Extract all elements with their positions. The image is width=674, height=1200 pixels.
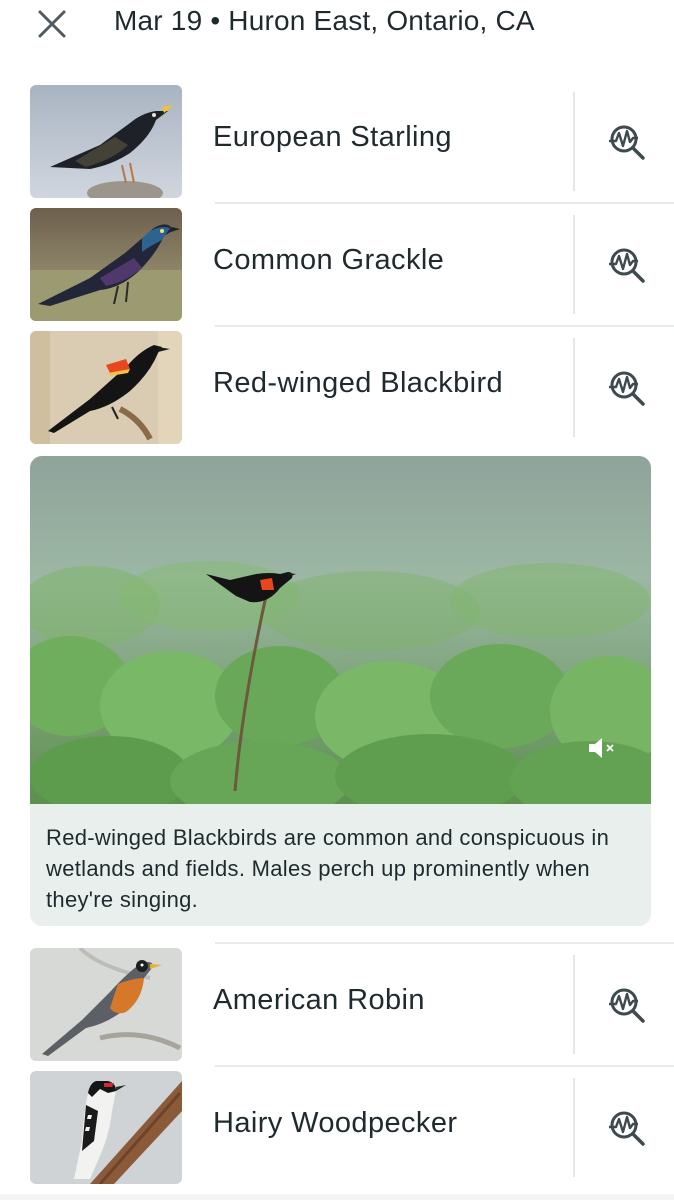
- divider: [573, 92, 575, 191]
- sound-id-search-icon[interactable]: [602, 119, 652, 165]
- close-icon[interactable]: [34, 6, 70, 42]
- bottom-edge: [0, 1194, 674, 1200]
- divider: [573, 338, 575, 437]
- card-photo: [30, 456, 651, 821]
- bird-name: Common Grackle: [213, 244, 445, 276]
- divider: [215, 1065, 674, 1067]
- bird-photo-european-starling: [30, 85, 182, 198]
- species-info-card: Red-winged Blackbirds are common and con…: [30, 456, 651, 926]
- bird-photo-american-robin: [30, 948, 182, 1061]
- list-item[interactable]: Common Grackle: [0, 208, 674, 324]
- list-item[interactable]: Hairy Woodpecker: [0, 1071, 674, 1187]
- bird-photo-common-grackle: [30, 208, 182, 321]
- sound-id-search-icon[interactable]: [602, 982, 652, 1028]
- divider: [573, 1078, 575, 1177]
- bird-name: American Robin: [213, 984, 425, 1016]
- header: Mar 19 • Huron East, Ontario, CA: [0, 0, 674, 60]
- divider: [215, 942, 674, 944]
- species-description: Red-winged Blackbirds are common and con…: [46, 825, 610, 912]
- bird-photo-hairy-woodpecker: [30, 1071, 182, 1184]
- divider: [215, 202, 674, 204]
- sound-id-search-icon[interactable]: [602, 365, 652, 411]
- divider: [573, 955, 575, 1054]
- list-item[interactable]: American Robin: [0, 948, 674, 1064]
- speaker-muted-icon[interactable]: [585, 733, 619, 763]
- sound-id-search-icon[interactable]: [602, 1105, 652, 1151]
- bird-photo-red-winged-blackbird: [30, 331, 182, 444]
- sound-id-search-icon[interactable]: [602, 242, 652, 288]
- bird-name: European Starling: [213, 121, 452, 153]
- list-item[interactable]: European Starling: [0, 85, 674, 201]
- list-item[interactable]: Red-winged Blackbird: [0, 331, 674, 447]
- bird-name: Hairy Woodpecker: [213, 1107, 458, 1139]
- divider: [215, 325, 674, 327]
- bird-name: Red-winged Blackbird: [213, 367, 504, 399]
- page-title: Mar 19 • Huron East, Ontario, CA: [114, 5, 535, 36]
- divider: [573, 215, 575, 314]
